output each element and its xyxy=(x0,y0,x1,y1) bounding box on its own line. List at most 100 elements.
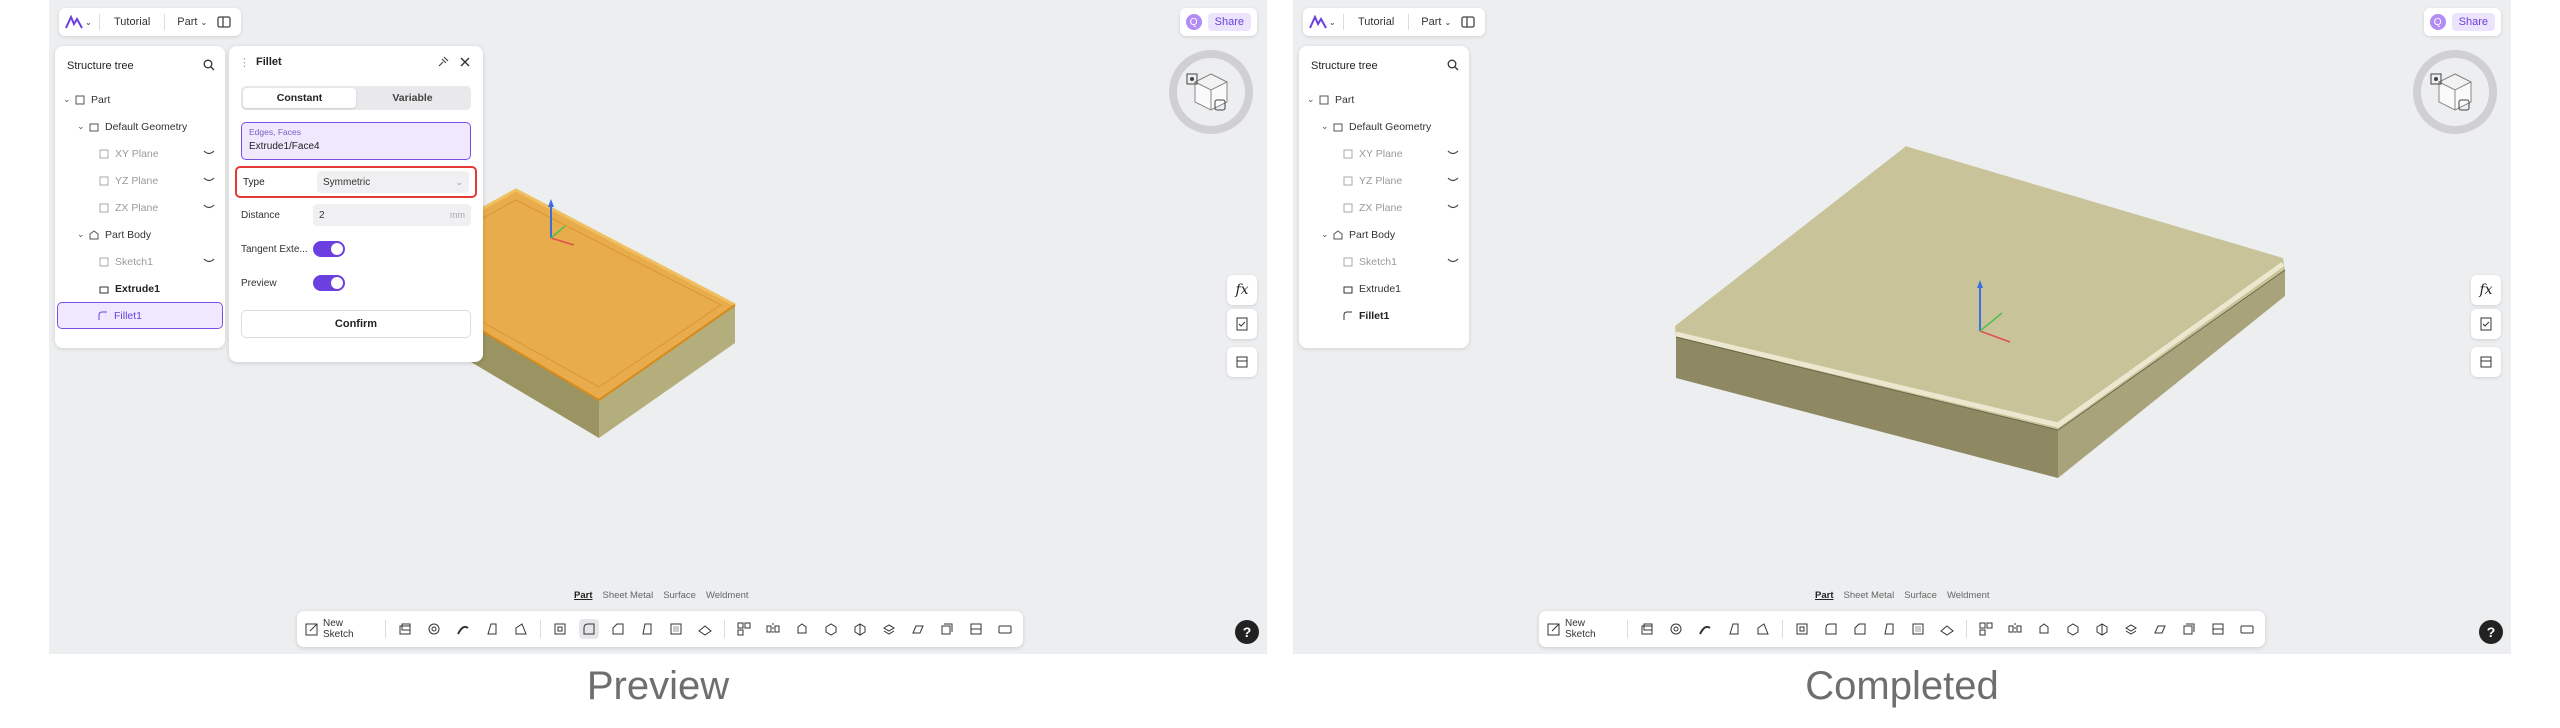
boolean-tool-icon[interactable] xyxy=(821,619,841,639)
chevron-down-icon[interactable]: ⌄ xyxy=(1321,229,1331,240)
eye-closed-icon[interactable] xyxy=(203,148,215,160)
fillet-tool-icon[interactable] xyxy=(579,619,600,639)
formula-icon[interactable]: fx xyxy=(1227,275,1257,305)
chevron-down-icon[interactable]: ⌄ xyxy=(1321,121,1331,132)
replace-face-tool-icon[interactable] xyxy=(908,619,928,639)
confirm-button[interactable]: Confirm xyxy=(241,310,471,338)
view-settings-icon[interactable] xyxy=(1211,96,1229,114)
tangent-toggle[interactable] xyxy=(313,241,345,257)
tree-item-yz-plane[interactable]: YZ Plane xyxy=(1299,167,1469,194)
tab-weldment[interactable]: Weldment xyxy=(1947,590,1990,606)
replace-face-tool-icon[interactable] xyxy=(2150,619,2170,639)
tab-sheet-metal[interactable]: Sheet Metal xyxy=(1843,590,1894,606)
loft-tool-icon[interactable] xyxy=(1724,619,1744,639)
tree-item-fillet1[interactable]: Fillet1 xyxy=(57,302,223,329)
user-avatar[interactable]: Q xyxy=(1185,14,1202,30)
new-sketch-button[interactable]: New Sketch xyxy=(305,618,376,640)
rib-tool-icon[interactable] xyxy=(511,619,531,639)
tree-item-part-body[interactable]: ⌄ Part Body xyxy=(1299,221,1469,248)
share-button[interactable]: Share xyxy=(1207,13,1251,31)
chevron-down-icon[interactable]: ⌄ xyxy=(1307,94,1317,105)
chamfer-tool-icon[interactable] xyxy=(1850,619,1870,639)
tree-item-default-geometry[interactable]: ⌄ Default Geometry xyxy=(55,113,225,140)
view-settings-icon[interactable] xyxy=(2455,96,2473,114)
pattern-tool-icon[interactable] xyxy=(734,619,754,639)
boolean-tool-icon[interactable] xyxy=(2063,619,2083,639)
revolve-tool-icon[interactable] xyxy=(1666,619,1686,639)
chamfer-tool-icon[interactable] xyxy=(608,619,628,639)
mirror-tool-icon[interactable] xyxy=(2005,619,2025,639)
mode-dropdown[interactable]: Part ⌄ xyxy=(1415,16,1457,28)
edges-faces-selection[interactable]: Edges, Faces Extrude1/Face4 xyxy=(241,122,471,160)
eye-closed-icon[interactable] xyxy=(1447,148,1459,160)
tab-surface[interactable]: Surface xyxy=(663,590,696,606)
preview-viewport[interactable]: ⌄ Tutorial Part ⌄ Q Share Structure tree… xyxy=(49,0,1267,654)
eye-closed-icon[interactable] xyxy=(1447,256,1459,268)
eye-closed-icon[interactable] xyxy=(1447,175,1459,187)
type-select[interactable]: Symmetric ⌄ xyxy=(317,171,469,193)
eye-closed-icon[interactable] xyxy=(1447,202,1459,214)
tree-item-part[interactable]: ⌄ Part xyxy=(1299,86,1469,113)
preview-toggle[interactable] xyxy=(313,275,345,291)
split-tool-icon[interactable] xyxy=(2092,619,2112,639)
draft-tool-icon[interactable] xyxy=(637,619,657,639)
measure-tool-icon[interactable] xyxy=(2237,619,2257,639)
hole-tool-icon[interactable] xyxy=(1792,619,1812,639)
tree-item-fillet1[interactable]: Fillet1 xyxy=(1299,302,1469,329)
tree-item-yz-plane[interactable]: YZ Plane xyxy=(55,167,225,194)
tree-item-part-body[interactable]: ⌄ Part Body xyxy=(55,221,225,248)
sweep-tool-icon[interactable] xyxy=(1695,619,1715,639)
project-name[interactable]: Tutorial xyxy=(106,16,158,28)
tree-item-part[interactable]: ⌄ Part xyxy=(55,86,225,113)
distance-input[interactable]: 2 mm xyxy=(313,204,471,226)
tree-item-xy-plane[interactable]: XY Plane xyxy=(1299,140,1469,167)
delete-body-tool-icon[interactable] xyxy=(2121,619,2141,639)
revolve-tool-icon[interactable] xyxy=(424,619,444,639)
pattern-tool-icon[interactable] xyxy=(1976,619,1996,639)
offset-face-tool-icon[interactable] xyxy=(937,619,957,639)
app-logo-icon[interactable]: ⌄ xyxy=(1309,12,1337,32)
tab-constant[interactable]: Constant xyxy=(243,88,356,108)
tree-item-extrude1[interactable]: Extrude1 xyxy=(55,275,225,302)
thicken-tool-icon[interactable] xyxy=(695,619,715,639)
completed-viewport[interactable]: ⌄ Tutorial Part ⌄ Q Share Structure tree… xyxy=(1293,0,2511,654)
thicken-tool-icon[interactable] xyxy=(1937,619,1957,639)
chevron-down-icon[interactable]: ⌄ xyxy=(77,229,87,240)
search-icon[interactable] xyxy=(1447,59,1459,74)
rib-tool-icon[interactable] xyxy=(1753,619,1773,639)
search-icon[interactable] xyxy=(203,59,215,74)
extrude-tool-icon[interactable] xyxy=(1637,619,1657,639)
draft-tool-icon[interactable] xyxy=(1879,619,1899,639)
eye-closed-icon[interactable] xyxy=(203,256,215,268)
new-sketch-button[interactable]: New Sketch xyxy=(1547,618,1618,640)
fit-view-icon[interactable] xyxy=(2427,70,2445,88)
split-tool-icon[interactable] xyxy=(850,619,870,639)
mirror-tool-icon[interactable] xyxy=(763,619,783,639)
loft-tool-icon[interactable] xyxy=(482,619,502,639)
offset-face-tool-icon[interactable] xyxy=(2179,619,2199,639)
calculator-icon[interactable] xyxy=(2471,347,2501,377)
help-button[interactable]: ? xyxy=(2479,620,2503,644)
tree-item-sketch1[interactable]: Sketch1 xyxy=(55,248,225,275)
calculator-icon[interactable] xyxy=(1227,347,1257,377)
delete-body-tool-icon[interactable] xyxy=(879,619,899,639)
tab-weldment[interactable]: Weldment xyxy=(706,590,749,606)
tree-item-default-geometry[interactable]: ⌄ Default Geometry xyxy=(1299,113,1469,140)
close-icon[interactable] xyxy=(457,54,473,70)
tree-item-zx-plane[interactable]: ZX Plane xyxy=(55,194,225,221)
chevron-down-icon[interactable]: ⌄ xyxy=(77,121,87,132)
tree-item-extrude1[interactable]: Extrude1 xyxy=(1299,275,1469,302)
section-view-tool-icon[interactable] xyxy=(966,619,986,639)
shell-tool-icon[interactable] xyxy=(1908,619,1928,639)
checklist-icon[interactable] xyxy=(2471,309,2501,339)
checklist-icon[interactable] xyxy=(1227,309,1257,339)
extrude-tool-icon[interactable] xyxy=(395,619,415,639)
tab-variable[interactable]: Variable xyxy=(356,88,469,108)
tab-part[interactable]: Part xyxy=(1815,590,1833,606)
tree-item-zx-plane[interactable]: ZX Plane xyxy=(1299,194,1469,221)
move-body-tool-icon[interactable] xyxy=(792,619,812,639)
pin-icon[interactable] xyxy=(435,54,451,70)
sweep-tool-icon[interactable] xyxy=(453,619,473,639)
fillet-tool-icon[interactable] xyxy=(1821,619,1841,639)
share-button[interactable]: Share xyxy=(2451,13,2495,31)
